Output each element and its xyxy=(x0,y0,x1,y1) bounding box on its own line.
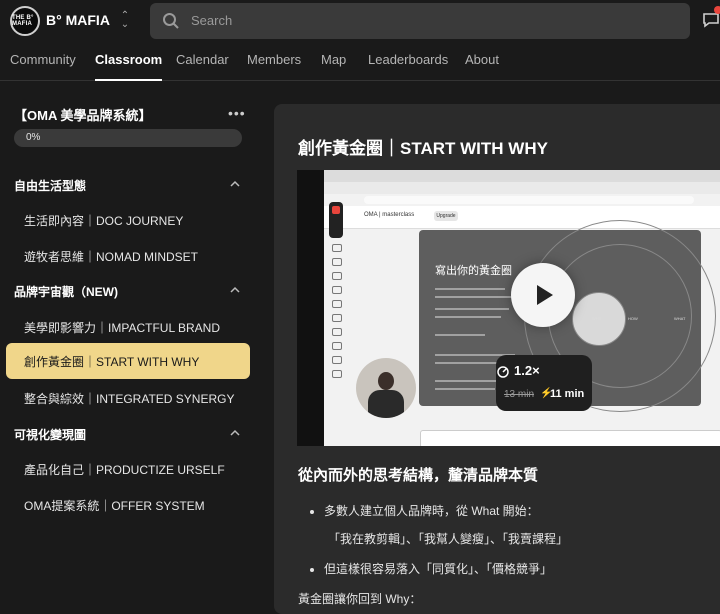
bullet-dot xyxy=(310,509,314,514)
tab-members[interactable]: Members xyxy=(247,52,301,67)
lesson-item-active[interactable]: 創作黃金圈｜START WITH WHY xyxy=(6,343,250,379)
search-placeholder[interactable]: Search xyxy=(191,13,232,28)
browser-address-bar xyxy=(324,182,720,204)
chat-icon[interactable] xyxy=(702,6,720,30)
chevron-up-icon[interactable] xyxy=(230,285,240,295)
circle-label: WHY xyxy=(592,316,602,321)
main-nav-tabs: Community Classroom Calendar Members Map… xyxy=(0,44,720,81)
notification-badge xyxy=(714,6,720,14)
bullet-text: 多數人建立個人品牌時，從 What 開始： xyxy=(324,504,539,518)
play-button[interactable] xyxy=(511,263,575,327)
lesson-item[interactable]: 整合與綜效｜INTEGRATED SYNERGY xyxy=(24,390,234,407)
lesson-item[interactable]: 產品化自己｜PRODUCTIZE URSELF xyxy=(24,461,225,478)
search-icon xyxy=(163,13,179,29)
section-title[interactable]: 可視化變現圖 xyxy=(14,426,86,443)
lesson-item[interactable]: 生活即內容｜DOC JOURNEY xyxy=(24,212,183,229)
drawing-tools xyxy=(329,244,343,414)
bullet-item: 但這樣很容易落入「同質化」、「價格競爭」 xyxy=(310,560,552,577)
community-name[interactable]: B° MAFIA xyxy=(46,12,110,28)
bullet-item: 多數人建立個人品牌時，從 What 開始： xyxy=(310,502,539,519)
slide-text-line xyxy=(435,288,505,290)
record-icon xyxy=(332,206,340,214)
lesson-item[interactable]: 美學即影響力｜IMPACTFUL BRAND xyxy=(24,319,220,336)
slide-text-line xyxy=(435,316,501,318)
url-field xyxy=(364,196,694,204)
lesson-item[interactable]: OMA提案系統｜OFFER SYSTEM xyxy=(24,497,205,514)
lesson-panel: 創作黃金圈｜START WITH WHY OMA | masterclass U… xyxy=(274,104,720,614)
presenter-camera xyxy=(356,358,416,418)
active-lesson-label: 創作黃金圈｜START WITH WHY xyxy=(24,355,200,369)
presenter-head xyxy=(378,372,394,390)
section-heading: 從內而外的思考結構，釐清品牌本質 xyxy=(298,467,539,484)
tab-classroom[interactable]: Classroom xyxy=(95,52,163,81)
chevron-up-icon[interactable] xyxy=(230,428,240,438)
slide-text-line xyxy=(435,362,505,364)
circle-label: HOW xyxy=(628,316,638,321)
record-control xyxy=(329,202,343,238)
search-bar[interactable]: Search xyxy=(150,3,690,39)
slide-title: 寫出你的黃金圈 xyxy=(435,265,512,277)
section-title[interactable]: 自由生活型態 xyxy=(14,177,86,194)
quote-text: 「我在教剪輯」、「我幫人變瘦」、「我賣課程」 xyxy=(328,532,569,546)
tab-map[interactable]: Map xyxy=(321,52,346,67)
lesson-title: 創作黃金圈｜START WITH WHY xyxy=(298,139,548,158)
speed-value: 1.2× xyxy=(514,363,540,378)
switch-community-icon[interactable]: ⌃ ⌄ xyxy=(118,11,132,31)
community-logo[interactable]: THE B° MAFIA xyxy=(10,6,40,36)
top-bar: THE B° MAFIA B° MAFIA ⌃ ⌄ Search xyxy=(0,0,720,42)
slide-controls xyxy=(420,430,720,446)
slide-text-line xyxy=(435,296,515,298)
bullet-dot xyxy=(310,567,314,572)
app-name: OMA | masterclass xyxy=(364,212,415,218)
bullet-text: 但這樣很容易落入「同質化」、「價格競爭」 xyxy=(324,562,553,576)
tab-community[interactable]: Community xyxy=(10,52,76,67)
tab-leaderboards[interactable]: Leaderboards xyxy=(368,52,448,67)
circle-label: WHAT xyxy=(674,316,686,321)
playback-speed-badge[interactable]: 1.2× 13 min ⚡ 11 min xyxy=(496,355,592,411)
progress-text: 0% xyxy=(26,132,41,143)
video-player[interactable]: OMA | masterclass Upgrade 寫出你的黃金圈 WHY HO… xyxy=(297,170,720,446)
lesson-item[interactable]: 遊牧者思維｜NOMAD MINDSET xyxy=(24,248,198,265)
section-title[interactable]: 品牌宇宙觀（NEW) xyxy=(14,283,118,300)
upgrade-label: Upgrade xyxy=(434,211,458,221)
slide-text-line xyxy=(435,388,495,390)
course-sidebar: 【OMA 美學品牌系統】 ••• 0% 自由生活型態 生活即內容｜DOC JOU… xyxy=(0,81,262,600)
course-progress-bar: 0% xyxy=(14,129,242,147)
course-title: 【OMA 美學品牌系統】 xyxy=(14,108,152,123)
tab-calendar[interactable]: Calendar xyxy=(176,52,229,67)
speed-icon xyxy=(497,366,509,378)
slide-text-line xyxy=(435,308,509,310)
more-options-icon[interactable]: ••• xyxy=(228,105,246,121)
new-duration: 11 min xyxy=(550,388,585,400)
original-duration: 13 min xyxy=(504,389,535,400)
partial-text: 黃金圈讓你回到 Why： xyxy=(298,592,422,606)
browser-tab-bar xyxy=(324,170,720,182)
slide-text-line xyxy=(435,334,485,336)
chevron-up-icon[interactable] xyxy=(230,179,240,189)
presenter-body xyxy=(368,390,404,418)
tab-about[interactable]: About xyxy=(465,52,499,67)
play-icon xyxy=(537,285,553,305)
